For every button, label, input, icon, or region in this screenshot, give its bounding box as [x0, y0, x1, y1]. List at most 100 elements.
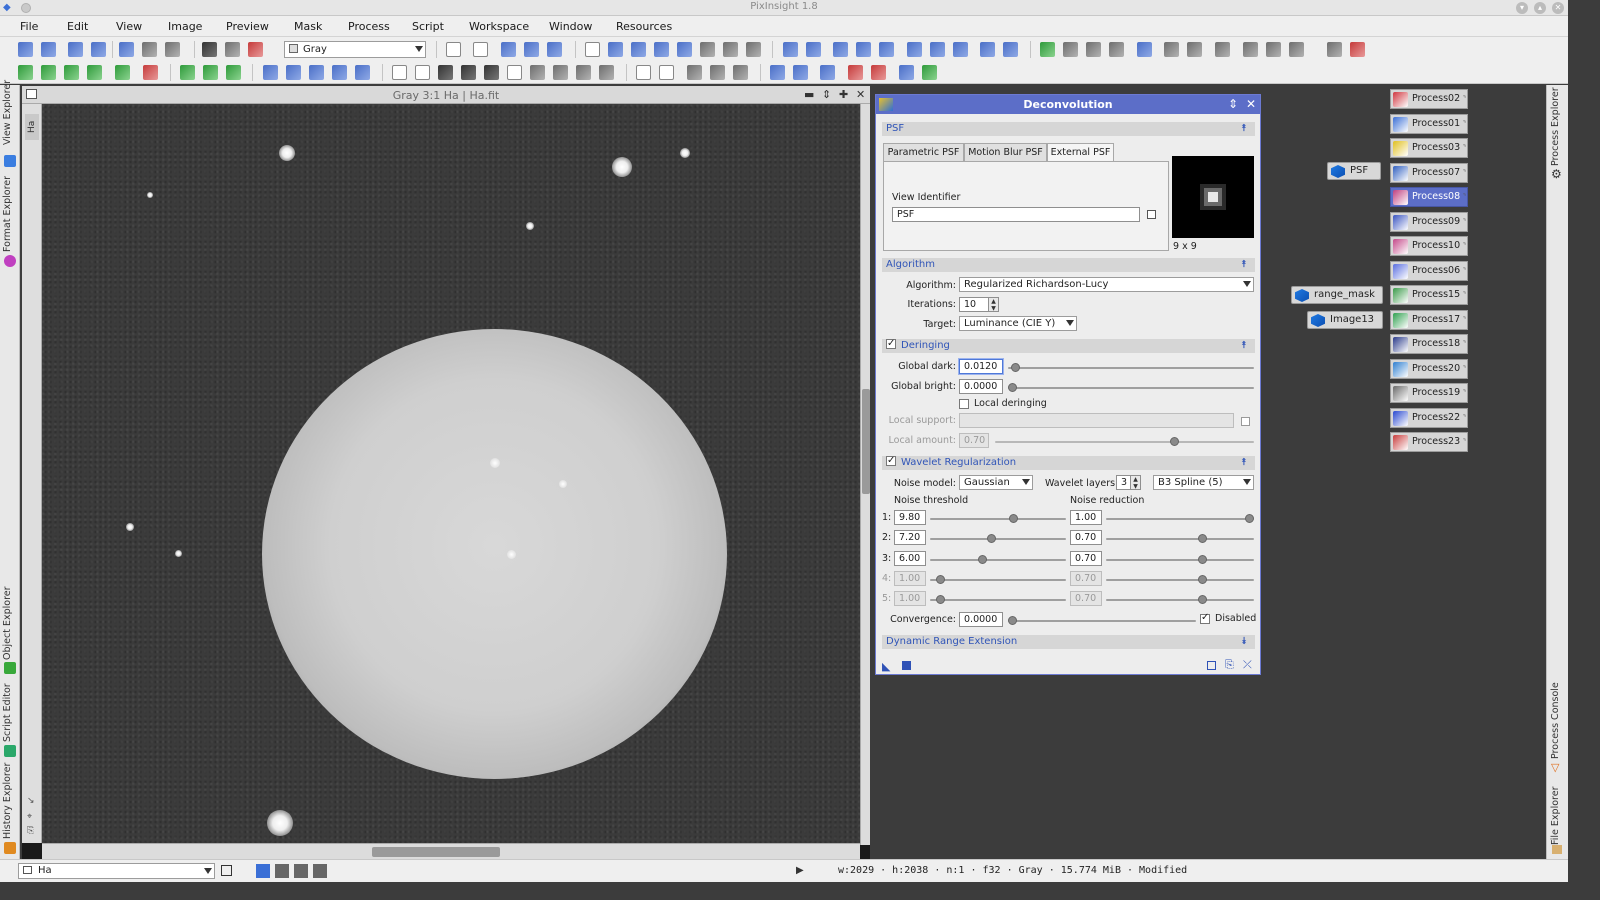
menu-workspace[interactable]: Workspace: [469, 20, 529, 33]
image-close-icon[interactable]: ✕: [856, 88, 865, 101]
new-window-icon[interactable]: [119, 42, 134, 57]
process-icon-item[interactable]: Process15 ⌝: [1390, 285, 1468, 305]
process-icon-10[interactable]: [1266, 42, 1281, 57]
deringing-section-header[interactable]: Deringing ⯭: [882, 337, 1255, 353]
select-view-icon[interactable]: [1147, 210, 1156, 219]
range-mask-view-icon[interactable]: range_mask: [1291, 286, 1383, 304]
zoom-1-icon[interactable]: [547, 42, 562, 57]
tab-history-explorer[interactable]: History Explorer: [2, 763, 18, 839]
noise-reduction-field[interactable]: 0.70: [1070, 530, 1102, 545]
wavelet-layers-spinner[interactable]: ▲ ▼: [1131, 475, 1141, 490]
collapse-icon[interactable]: ⯭: [1241, 122, 1247, 136]
preview-1-icon[interactable]: [907, 42, 922, 57]
image-maximize-icon[interactable]: ✚: [839, 88, 848, 101]
preview-3-icon[interactable]: [953, 42, 968, 57]
strip-tool-3-icon[interactable]: ⎘: [27, 826, 34, 836]
tool-2-icon[interactable]: [41, 65, 56, 80]
geometry-2-icon[interactable]: [659, 65, 674, 80]
view-info-icon[interactable]: [221, 865, 232, 876]
tool-8-icon[interactable]: [203, 65, 218, 80]
convergence-disabled-checkbox[interactable]: [1200, 612, 1210, 624]
noise-reduction-field[interactable]: 0.70: [1070, 551, 1102, 566]
zoom-in-icon[interactable]: [783, 42, 798, 57]
mask-10-icon[interactable]: [599, 65, 614, 80]
noise-threshold-knob[interactable]: [936, 575, 946, 584]
display-mode-2-icon[interactable]: [275, 864, 289, 878]
channel-rgb-icon[interactable]: [1350, 42, 1365, 57]
move-icon[interactable]: [677, 42, 692, 57]
menu-preview[interactable]: Preview: [226, 20, 269, 33]
screen-transfer-icon[interactable]: [165, 42, 180, 57]
tool-1-icon[interactable]: [18, 65, 33, 80]
display-mode-4-icon[interactable]: [313, 864, 327, 878]
redo-icon[interactable]: [41, 42, 56, 57]
strip-tool-2-icon[interactable]: ⌖: [27, 812, 32, 822]
process-icon-item[interactable]: Process03 ⌝: [1390, 138, 1468, 158]
noise-reduction-slider[interactable]: [1106, 575, 1254, 584]
tab-format-explorer[interactable]: Format Explorer: [2, 176, 18, 252]
noise-threshold-field[interactable]: 6.00: [894, 551, 926, 566]
noise-threshold-knob[interactable]: [978, 555, 988, 564]
process-icon-1[interactable]: [1040, 42, 1055, 57]
algorithm-select[interactable]: Regularized Richardson-Lucy: [959, 277, 1254, 292]
monitor-6-icon[interactable]: [899, 65, 914, 80]
geometry-5-icon[interactable]: [733, 65, 748, 80]
menu-window[interactable]: Window: [549, 20, 592, 33]
tab-parametric-psf[interactable]: Parametric PSF: [883, 143, 964, 162]
local-amount-slider[interactable]: [995, 437, 1254, 446]
tab-external-psf[interactable]: External PSF: [1047, 143, 1114, 162]
local-support-field[interactable]: [959, 413, 1234, 428]
process-icon-item[interactable]: Process20 ⌝: [1390, 358, 1468, 379]
noise-reduction-knob[interactable]: [1197, 575, 1207, 584]
undo-icon[interactable]: [18, 42, 33, 57]
menu-image[interactable]: Image: [168, 20, 202, 33]
rotate-icon[interactable]: [263, 65, 278, 80]
global-bright-field[interactable]: 0.0000: [959, 379, 1003, 394]
hscroll-thumb[interactable]: [372, 847, 500, 857]
monitor-3-icon[interactable]: [820, 65, 835, 80]
process-icon-item[interactable]: Process18 ⌝: [1390, 334, 1468, 354]
pointer-icon[interactable]: [746, 42, 761, 57]
global-bright-slider[interactable]: [1008, 383, 1254, 392]
display-mode-1-icon[interactable]: [256, 864, 270, 878]
menu-script[interactable]: Script: [412, 20, 444, 33]
noise-reduction-field[interactable]: 1.00: [1070, 510, 1102, 525]
mirror-v-icon[interactable]: [355, 65, 370, 80]
browse-doc-icon[interactable]: [1207, 661, 1216, 670]
process-icon-5[interactable]: [1137, 42, 1152, 57]
noise-threshold-knob[interactable]: [1008, 514, 1018, 523]
noise-threshold-slider[interactable]: [930, 514, 1066, 523]
deringing-checkbox[interactable]: [886, 337, 896, 351]
monitor-5-icon[interactable]: [871, 65, 886, 80]
strip-tool-1-icon[interactable]: ↘: [27, 796, 35, 806]
close-button[interactable]: ✕: [1552, 2, 1564, 14]
tab-motion-blur-psf[interactable]: Motion Blur PSF: [964, 143, 1047, 162]
channel-gray-icon[interactable]: [1327, 42, 1342, 57]
process-icon-6[interactable]: [1164, 42, 1179, 57]
geometry-3-icon[interactable]: [687, 65, 702, 80]
convergence-slider[interactable]: [1008, 616, 1196, 625]
collapse-icon[interactable]: ⯭: [1241, 339, 1247, 353]
noise-threshold-field[interactable]: 7.20: [894, 530, 926, 545]
dialog-close-icon[interactable]: ✕: [1246, 97, 1256, 111]
zoom-fit-icon[interactable]: [501, 42, 516, 57]
process-icon-11[interactable]: [1289, 42, 1304, 57]
noise-reduction-field[interactable]: 0.70: [1070, 591, 1102, 606]
global-dark-knob[interactable]: [1010, 363, 1020, 372]
noise-reduction-knob[interactable]: [1197, 555, 1207, 564]
mask-1-icon[interactable]: [392, 65, 407, 80]
algorithm-section-header[interactable]: Algorithm ⯭: [882, 258, 1255, 272]
noise-threshold-field[interactable]: 1.00: [894, 591, 926, 606]
noise-reduction-knob[interactable]: [1245, 514, 1254, 523]
center-icon[interactable]: [631, 42, 646, 57]
process-explorer-icon[interactable]: ⚙: [1551, 167, 1562, 181]
tab-view-explorer[interactable]: View Explorer: [2, 80, 18, 145]
noise-model-select[interactable]: Gaussian: [959, 475, 1033, 490]
expand-icon[interactable]: ⯯: [1241, 635, 1247, 649]
menu-view[interactable]: View: [116, 20, 142, 33]
preview-2-icon[interactable]: [930, 42, 945, 57]
tab-process-explorer[interactable]: Process Explorer: [1550, 87, 1566, 166]
rotate-cw-icon[interactable]: [286, 65, 301, 80]
monitor-4-icon[interactable]: [848, 65, 863, 80]
mask-3-icon[interactable]: [438, 65, 453, 80]
